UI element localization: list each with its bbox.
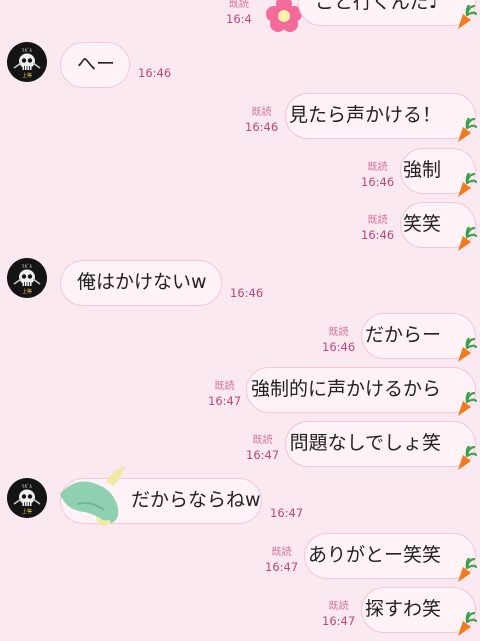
message-meta: 既読 16:47 xyxy=(265,547,299,574)
message-bubble-outgoing[interactable]: こと行くんだ♪ xyxy=(298,0,477,29)
message-text: ありがとー笑笑 xyxy=(307,544,441,566)
carrot-icon xyxy=(455,446,477,472)
message-meta: 既読 16:47 xyxy=(246,435,280,462)
message-bubble-outgoing[interactable]: 問題なしでしょ笑 xyxy=(285,421,477,470)
avatar-skull-icon[interactable]: ﾘｶﾞﾙ 上等 xyxy=(7,478,47,518)
message-bubble-incoming[interactable]: 俺はかけないw xyxy=(60,260,222,306)
carrot-icon xyxy=(455,227,477,253)
message-text: 笑笑 xyxy=(402,213,441,235)
message-bubble-outgoing[interactable]: 探すわ笑 xyxy=(361,587,477,636)
avatar-skull-icon[interactable]: ﾘｶﾞﾙ 上等 xyxy=(7,42,47,82)
message-meta: 既読 16:46 xyxy=(245,107,279,134)
svg-text:ﾘｶﾞﾙ: ﾘｶﾞﾙ xyxy=(22,483,33,490)
message-bubble-outgoing[interactable]: 強制 xyxy=(400,148,477,197)
message-bubble-outgoing[interactable]: 笑笑 xyxy=(400,202,477,251)
message-bubble-outgoing[interactable]: 強制的に声かけるから xyxy=(246,367,477,416)
svg-text:上等: 上等 xyxy=(22,72,32,79)
message-bubble-outgoing[interactable]: ありがとー笑笑 xyxy=(304,533,477,582)
message-text: へー xyxy=(77,53,116,75)
carrot-icon xyxy=(455,118,477,144)
message-text: 探すわ笑 xyxy=(364,598,441,620)
message-time: 16:46 xyxy=(230,286,264,300)
message-bubble-incoming[interactable]: へー xyxy=(60,42,130,88)
message-meta: 既読 16:47 xyxy=(322,601,356,628)
message-text: 強制 xyxy=(402,159,441,181)
leaf-sticker-icon xyxy=(56,464,138,526)
message-meta: 既読 16:46 xyxy=(361,215,395,242)
carrot-icon xyxy=(455,173,477,199)
message-meta: 既読 16:46 xyxy=(322,327,356,354)
message-meta: 既読 16:46 xyxy=(361,162,395,189)
message-meta: 既読 16:47 xyxy=(208,381,242,408)
carrot-icon xyxy=(455,5,477,31)
message-bubble-outgoing[interactable]: 見たら声かける！ xyxy=(285,93,477,142)
chat-view: 既読 16:4 こと行くんだ♪ ﾘｶﾞﾙ 上等 へー 16:46 既読 16:46… xyxy=(0,0,480,641)
svg-text:上等: 上等 xyxy=(22,288,32,295)
message-text: こと行くんだ♪ xyxy=(314,0,441,13)
avatar-skull-icon[interactable]: ﾘｶﾞﾙ 上等 xyxy=(7,258,47,298)
message-time: 16:47 xyxy=(270,506,304,520)
message-text: 俺はかけないw xyxy=(77,271,207,293)
message-text: だからー xyxy=(364,324,441,346)
carrot-icon xyxy=(455,558,477,584)
message-text: 見たら声かける！ xyxy=(288,104,441,126)
message-meta: 既読 16:4 xyxy=(226,0,252,26)
carrot-icon xyxy=(455,612,477,638)
message-text: だからならねw xyxy=(131,489,261,511)
message-text: 問題なしでしょ笑 xyxy=(289,432,441,454)
svg-text:ﾘｶﾞﾙ: ﾘｶﾞﾙ xyxy=(22,47,33,54)
carrot-icon xyxy=(455,392,477,418)
message-bubble-outgoing[interactable]: だからー xyxy=(361,313,477,362)
carrot-icon xyxy=(455,338,477,364)
svg-text:上等: 上等 xyxy=(22,508,32,515)
message-text: 強制的に声かけるから xyxy=(250,378,441,400)
message-time: 16:46 xyxy=(138,66,172,80)
svg-text:ﾘｶﾞﾙ: ﾘｶﾞﾙ xyxy=(22,263,33,270)
